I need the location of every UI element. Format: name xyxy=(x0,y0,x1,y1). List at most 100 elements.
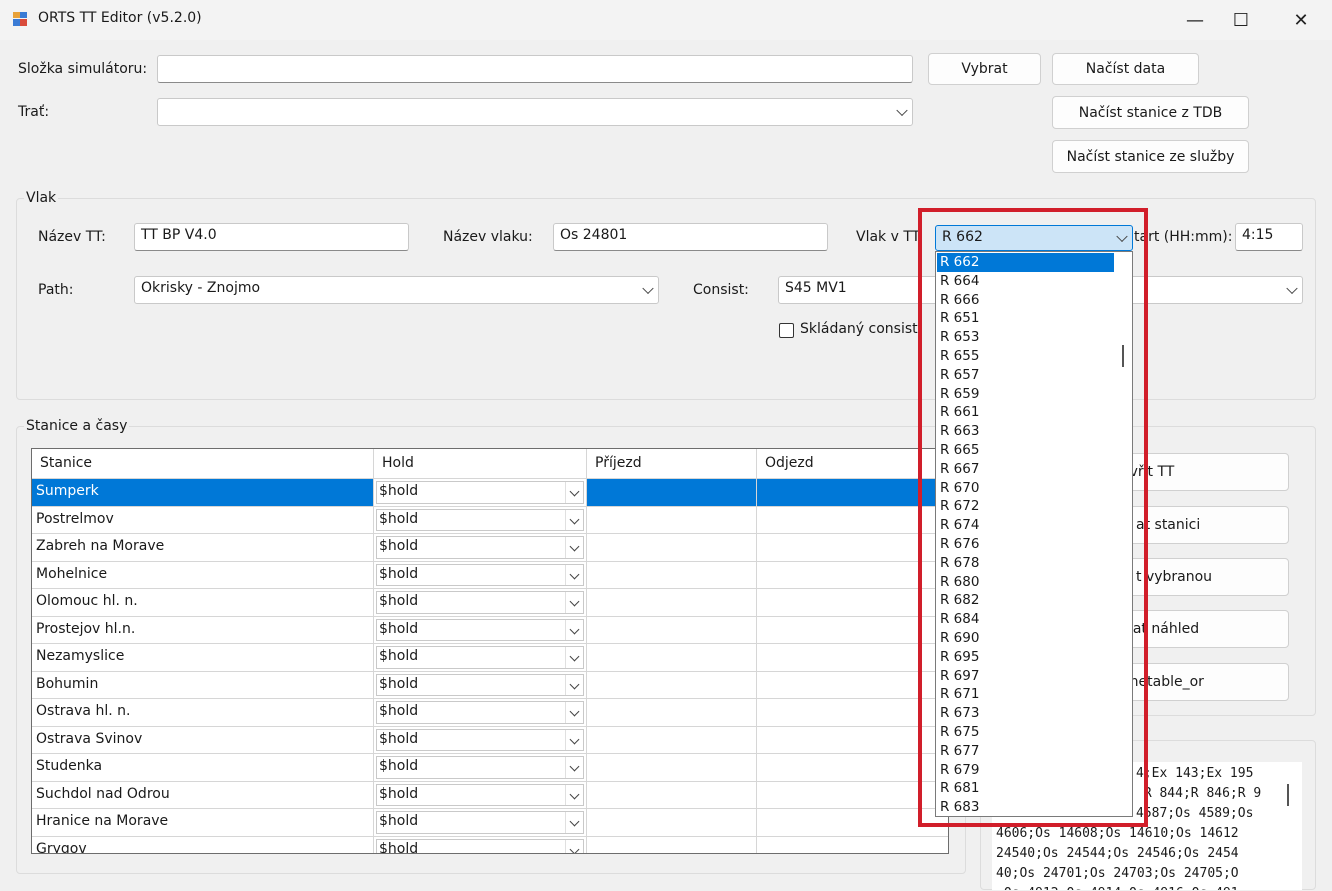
station-cell[interactable]: Hranice na Morave xyxy=(32,809,374,837)
consist-value: S45 MV1 xyxy=(785,280,847,296)
chevron-down-icon xyxy=(642,282,654,295)
station-cell[interactable]: Zabreh na Morave xyxy=(32,534,374,562)
chevron-down-icon xyxy=(565,482,583,503)
hold-combo[interactable]: $hold xyxy=(376,481,584,504)
arrival-cell[interactable] xyxy=(587,671,757,699)
hold-combo[interactable]: $hold xyxy=(376,783,584,806)
hold-cell[interactable]: $hold xyxy=(374,506,587,534)
table-row[interactable]: Hranice na Morave $hold xyxy=(32,809,948,837)
departure-cell[interactable] xyxy=(757,837,948,854)
hold-cell[interactable]: $hold xyxy=(374,589,587,617)
highlight-box xyxy=(918,208,1148,827)
table-row[interactable]: Sumperk $hold xyxy=(32,479,948,507)
table-row[interactable]: Mohelnice $hold xyxy=(32,561,948,589)
arrival-cell[interactable] xyxy=(587,479,757,507)
arrival-cell[interactable] xyxy=(587,754,757,782)
arrival-cell[interactable] xyxy=(587,616,757,644)
station-cell[interactable]: Mohelnice xyxy=(32,561,374,589)
table-row[interactable]: Studenka $hold xyxy=(32,754,948,782)
load-stations-tdb-button[interactable]: Načíst stanice z TDB xyxy=(1052,96,1249,129)
arrival-cell[interactable] xyxy=(587,644,757,672)
hold-cell[interactable]: $hold xyxy=(374,644,587,672)
load-stations-service-button[interactable]: Načíst stanice ze služby xyxy=(1052,140,1249,173)
folder-input[interactable] xyxy=(157,55,913,83)
station-cell[interactable]: Bohumin xyxy=(32,671,374,699)
hold-cell[interactable]: $hold xyxy=(374,726,587,754)
arrival-cell[interactable] xyxy=(587,561,757,589)
station-cell[interactable]: Ostrava Svinov xyxy=(32,726,374,754)
hold-cell[interactable]: $hold xyxy=(374,616,587,644)
consist-label: Consist: xyxy=(693,282,749,298)
stacked-consist-checkbox[interactable] xyxy=(779,323,794,338)
table-row[interactable]: Grygov $hold xyxy=(32,836,948,854)
hold-combo[interactable]: $hold xyxy=(376,756,584,779)
table-row[interactable]: Postrelmov $hold xyxy=(32,506,948,534)
select-button[interactable]: Vybrat xyxy=(928,53,1041,85)
arrival-cell[interactable] xyxy=(587,726,757,754)
station-cell[interactable]: Olomouc hl. n. xyxy=(32,589,374,617)
hold-combo[interactable]: $hold xyxy=(376,701,584,724)
station-cell[interactable]: Postrelmov xyxy=(32,506,374,534)
maximize-button[interactable]: ☐ xyxy=(1218,0,1264,40)
table-row[interactable]: Ostrava hl. n. $hold xyxy=(32,699,948,727)
arrival-cell[interactable] xyxy=(587,506,757,534)
hold-combo[interactable]: $hold xyxy=(376,563,584,586)
hold-cell[interactable]: $hold xyxy=(374,809,587,837)
close-button[interactable]: ✕ xyxy=(1278,0,1324,40)
load-data-button[interactable]: Načíst data xyxy=(1052,53,1199,85)
chevron-down-icon xyxy=(565,509,583,530)
route-select[interactable] xyxy=(157,98,913,126)
hold-combo[interactable]: $hold xyxy=(376,536,584,559)
column-header-arrival[interactable]: Příjezd xyxy=(587,449,757,479)
hold-cell[interactable]: $hold xyxy=(374,836,587,853)
hold-combo[interactable]: $hold xyxy=(376,728,584,751)
hold-combo[interactable]: $hold xyxy=(376,618,584,641)
stations-table[interactable]: Stanice Hold Příjezd Odjezd Sumperk $hold… xyxy=(31,448,949,854)
hold-value: $hold xyxy=(379,813,419,829)
station-cell[interactable]: Studenka xyxy=(32,754,374,782)
hold-combo[interactable]: $hold xyxy=(376,591,584,614)
station-cell[interactable]: Suchdol nad Odrou xyxy=(32,781,374,809)
table-row[interactable]: Prostejov hl.n. $hold xyxy=(32,616,948,644)
table-row[interactable]: Nezamyslice $hold xyxy=(32,644,948,672)
station-cell[interactable]: Nezamyslice xyxy=(32,644,374,672)
train-name-input[interactable]: Os 24801 xyxy=(553,223,828,251)
table-row[interactable]: Ostrava Svinov $hold xyxy=(32,726,948,754)
log-scrollbar-thumb[interactable] xyxy=(1287,784,1289,806)
station-cell[interactable]: Grygov xyxy=(32,836,374,853)
arrival-cell[interactable] xyxy=(587,781,757,809)
chevron-down-icon xyxy=(565,702,583,723)
station-cell[interactable]: Ostrava hl. n. xyxy=(32,699,374,727)
hold-combo[interactable]: $hold xyxy=(376,811,584,834)
hold-cell[interactable]: $hold xyxy=(374,534,587,562)
start-time-input[interactable]: 4:15 xyxy=(1235,223,1303,251)
path-value: Okrisky - Znojmo xyxy=(141,280,261,296)
minimize-button[interactable]: — xyxy=(1172,0,1218,40)
table-row[interactable]: Zabreh na Morave $hold xyxy=(32,534,948,562)
arrival-cell[interactable] xyxy=(587,589,757,617)
station-cell[interactable]: Prostejov hl.n. xyxy=(32,616,374,644)
hold-combo[interactable]: $hold xyxy=(376,508,584,531)
arrival-cell[interactable] xyxy=(587,534,757,562)
hold-cell[interactable]: $hold xyxy=(374,671,587,699)
column-header-hold[interactable]: Hold xyxy=(374,449,587,479)
hold-cell[interactable]: $hold xyxy=(374,699,587,727)
hold-cell[interactable]: $hold xyxy=(374,479,587,507)
arrival-cell[interactable] xyxy=(587,699,757,727)
hold-combo[interactable]: $hold xyxy=(376,646,584,669)
hold-value: $hold xyxy=(379,703,419,719)
hold-cell[interactable]: $hold xyxy=(374,781,587,809)
table-row[interactable]: Olomouc hl. n. $hold xyxy=(32,589,948,617)
hold-combo[interactable]: $hold xyxy=(376,838,584,853)
tt-name-input[interactable]: TT BP V4.0 xyxy=(134,223,409,251)
hold-cell[interactable]: $hold xyxy=(374,754,587,782)
hold-combo[interactable]: $hold xyxy=(376,673,584,696)
station-cell[interactable]: Sumperk xyxy=(32,479,374,507)
column-header-station[interactable]: Stanice xyxy=(32,449,374,479)
table-row[interactable]: Suchdol nad Odrou $hold xyxy=(32,781,948,809)
hold-cell[interactable]: $hold xyxy=(374,561,587,589)
arrival-cell[interactable] xyxy=(587,809,757,837)
arrival-cell[interactable] xyxy=(587,836,757,853)
path-select[interactable]: Okrisky - Znojmo xyxy=(134,276,659,304)
table-row[interactable]: Bohumin $hold xyxy=(32,671,948,699)
